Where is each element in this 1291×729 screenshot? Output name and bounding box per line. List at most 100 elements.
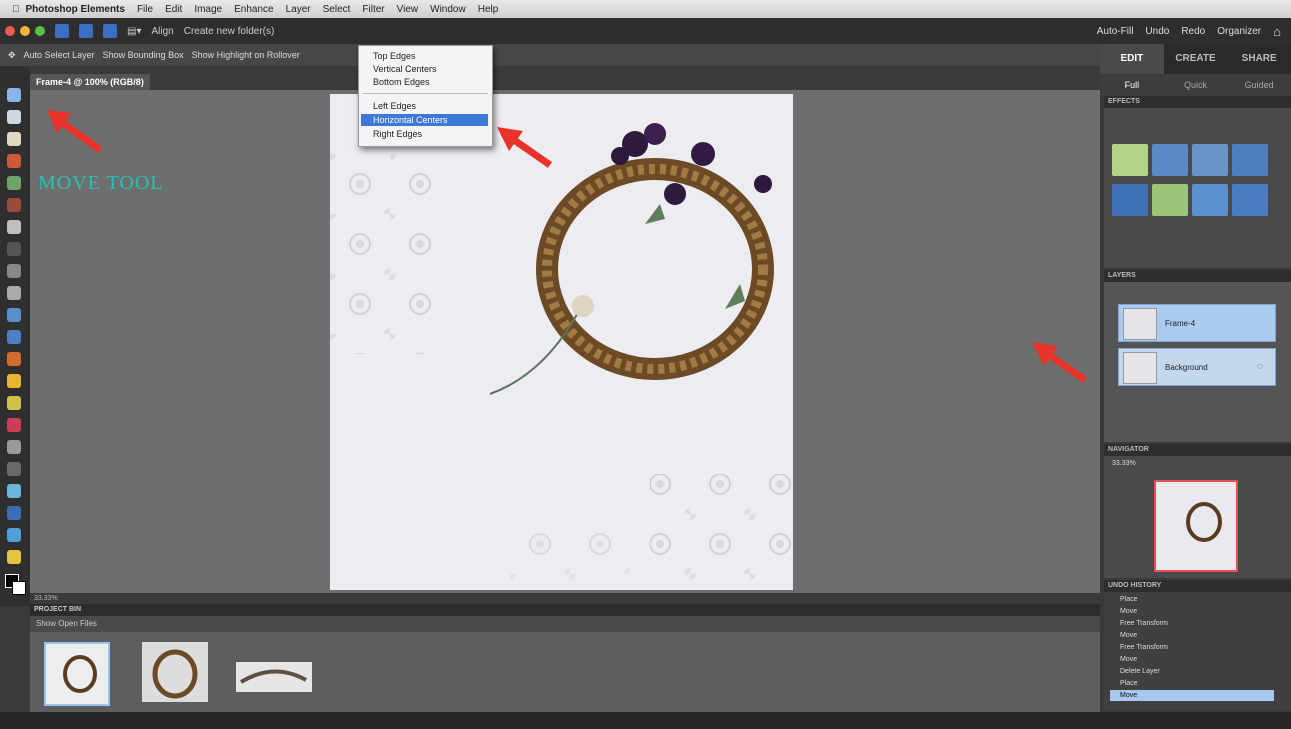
app-menu[interactable]: Photoshop Elements <box>26 4 125 15</box>
crop-tool-icon[interactable] <box>7 286 21 300</box>
menu-enhance[interactable]: Enhance <box>234 4 273 15</box>
close-window-icon[interactable] <box>5 26 15 36</box>
effect-thumbnail[interactable] <box>1192 144 1228 176</box>
document-tab-bar: Frame-4 @ 100% (RGB/8) <box>30 74 1100 90</box>
undo-button[interactable]: Undo <box>1145 26 1169 37</box>
menu-select[interactable]: Select <box>323 4 351 15</box>
background-color-swatch[interactable] <box>12 581 26 595</box>
tab-create[interactable]: CREATE <box>1164 44 1228 74</box>
home-icon[interactable]: ⌂ <box>1273 24 1281 39</box>
selection-brush-icon[interactable] <box>7 242 21 256</box>
type-tool-icon[interactable] <box>7 264 21 278</box>
move-tool-annotation: MOVE TOOL <box>38 172 164 194</box>
document-tab-active[interactable]: Frame-4 @ 100% (RGB/8) <box>30 74 150 90</box>
show-highlight-checkbox[interactable]: Show Highlight on Rollover <box>192 50 300 60</box>
navigator-zoom[interactable]: 33.33% <box>1112 460 1136 467</box>
gradient-icon[interactable] <box>7 506 21 520</box>
align-bottom-edges[interactable]: Bottom Edges <box>373 76 430 88</box>
effect-thumbnail[interactable] <box>1232 184 1268 216</box>
annotation-arrow-icon <box>1032 342 1088 383</box>
effect-thumbnail[interactable] <box>1112 184 1148 216</box>
auto-fill-button[interactable]: Auto-Fill <box>1097 26 1134 37</box>
open-file-icon[interactable] <box>79 24 93 38</box>
save-icon[interactable] <box>103 24 117 38</box>
annotation-arrow-icon <box>497 127 553 168</box>
edit-sub-tabs: Full Quick Guided <box>1100 74 1291 96</box>
history-item[interactable]: Move <box>1110 606 1274 617</box>
tab-share[interactable]: SHARE <box>1227 44 1291 74</box>
tab-full[interactable]: Full <box>1100 74 1164 96</box>
effect-thumbnail[interactable] <box>1112 144 1148 176</box>
redo-button[interactable]: Redo <box>1181 26 1205 37</box>
smart-brush-icon[interactable] <box>7 462 21 476</box>
move-tool-icon[interactable] <box>7 88 21 102</box>
history-item[interactable]: Move <box>1110 630 1274 641</box>
magic-wand-icon[interactable] <box>7 220 21 234</box>
zoom-tool-icon[interactable] <box>7 110 21 124</box>
eraser-icon[interactable] <box>7 418 21 432</box>
create-folder-button[interactable]: Create new folder(s) <box>184 26 275 37</box>
history-item[interactable]: Place <box>1110 678 1274 689</box>
apple-icon[interactable]:  <box>12 4 20 15</box>
hand-tool-icon[interactable] <box>7 132 21 146</box>
eyedropper-icon[interactable] <box>7 154 21 168</box>
align-horizontal-centers[interactable]: Horizontal Centers <box>361 114 488 126</box>
menu-image[interactable]: Image <box>194 4 222 15</box>
straighten-icon[interactable] <box>7 330 21 344</box>
shape-tool-icon[interactable] <box>7 528 21 542</box>
menu-edit[interactable]: Edit <box>165 4 182 15</box>
history-item[interactable]: Free Transform <box>1110 618 1274 629</box>
align-menu[interactable]: Align <box>151 26 173 37</box>
brush-icon[interactable] <box>7 440 21 454</box>
cookie-cutter-icon[interactable] <box>7 308 21 322</box>
history-item[interactable]: Delete Layer <box>1110 666 1274 677</box>
menu-filter[interactable]: Filter <box>362 4 384 15</box>
project-thumbnail[interactable] <box>236 662 312 692</box>
paint-bucket-icon[interactable] <box>7 484 21 498</box>
new-file-icon[interactable] <box>55 24 69 38</box>
layer-row[interactable]: Frame-4 <box>1118 304 1276 342</box>
auto-select-layer-checkbox[interactable]: Auto Select Layer <box>24 50 95 60</box>
align-right-edges[interactable]: Right Edges <box>373 128 422 140</box>
tab-edit[interactable]: EDIT <box>1100 44 1164 74</box>
effect-thumbnail[interactable] <box>1232 144 1268 176</box>
layer-row[interactable]: Background ◌ <box>1118 348 1276 386</box>
project-thumbnail[interactable] <box>44 642 110 706</box>
lasso-icon[interactable] <box>7 198 21 212</box>
history-item[interactable]: Move <box>1110 654 1274 665</box>
effects-panel-header: EFFECTS <box>1104 96 1291 108</box>
tab-quick[interactable]: Quick <box>1164 74 1228 96</box>
menu-layer[interactable]: Layer <box>286 4 311 15</box>
arrange-icon[interactable]: ▤▾ <box>127 26 141 37</box>
history-item-selected[interactable]: Move <box>1110 690 1274 701</box>
history-item[interactable]: Place <box>1110 594 1274 605</box>
panel-mode-tabs: EDIT CREATE SHARE <box>1100 44 1291 74</box>
organizer-button[interactable]: Organizer <box>1217 26 1261 37</box>
navigator-view-box[interactable] <box>1154 480 1238 572</box>
project-bin-select[interactable]: Show Open Files <box>30 616 1100 632</box>
effect-thumbnail[interactable] <box>1152 144 1188 176</box>
effect-thumbnail[interactable] <box>1192 184 1228 216</box>
menu-help[interactable]: Help <box>478 4 499 15</box>
menu-window[interactable]: Window <box>430 4 466 15</box>
history-item[interactable]: Free Transform <box>1110 642 1274 653</box>
project-thumbnail[interactable] <box>142 642 208 702</box>
zoom-window-icon[interactable] <box>35 26 45 36</box>
effect-thumbnail[interactable] <box>1152 184 1188 216</box>
show-bounding-box-checkbox[interactable]: Show Bounding Box <box>103 50 184 60</box>
clone-stamp-icon[interactable] <box>7 396 21 410</box>
menu-view[interactable]: View <box>397 4 419 15</box>
red-eye-icon[interactable] <box>7 352 21 366</box>
align-top-edges[interactable]: Top Edges <box>373 50 416 62</box>
tab-guided[interactable]: Guided <box>1227 74 1291 96</box>
align-vertical-centers[interactable]: Vertical Centers <box>373 63 437 75</box>
menu-file[interactable]: File <box>137 4 153 15</box>
align-left-edges[interactable]: Left Edges <box>373 100 416 112</box>
layer-thumbnail <box>1123 308 1157 340</box>
marquee-icon[interactable] <box>7 176 21 190</box>
align-dropdown-menu: Top Edges Vertical Centers Bottom Edges … <box>358 45 493 147</box>
blur-tool-icon[interactable] <box>7 550 21 564</box>
document-canvas[interactable] <box>330 94 793 590</box>
spot-healing-icon[interactable] <box>7 374 21 388</box>
minimize-window-icon[interactable] <box>20 26 30 36</box>
